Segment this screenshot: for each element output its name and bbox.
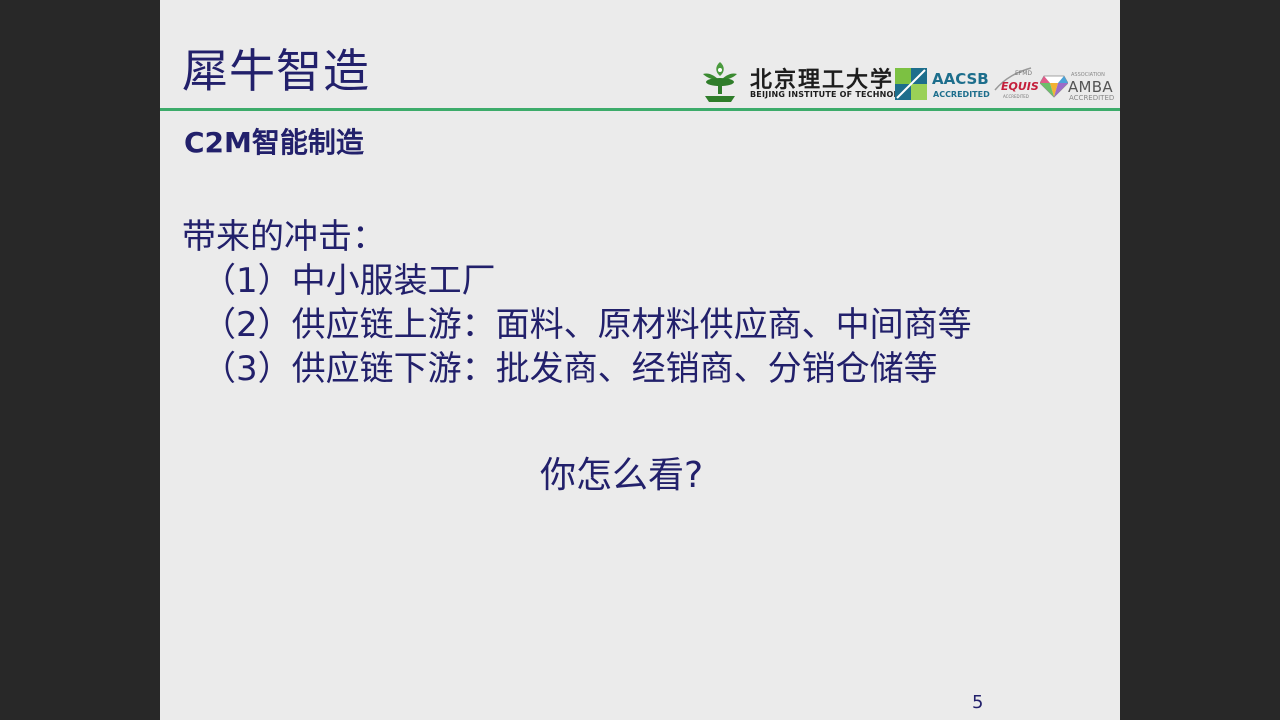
discussion-question: 你怎么看? — [540, 455, 704, 496]
amba-diamond-icon — [1040, 75, 1068, 98]
list-item: （3）供应链下游：批发商、经销商、分销仓储等 — [202, 349, 938, 389]
efmd-label: EFMD — [1015, 70, 1033, 77]
logo-bar: 北京理工大学 BEIJING INSTITUTE OF TECHNOLOGY A… — [695, 58, 1120, 104]
aacsb-accredited-label: ACCREDITED — [933, 90, 990, 99]
page-number: 5 — [972, 692, 984, 713]
right-pillarbox — [1120, 0, 1280, 720]
equis-label: EQUIS — [1001, 80, 1039, 93]
left-pillarbox — [0, 0, 160, 720]
equis-accredited-label: ACCREDITED — [1003, 94, 1029, 99]
aacsb-logo-icon — [895, 68, 927, 100]
list-item: （2）供应链上游：面料、原材料供应商、中间商等 — [202, 305, 972, 345]
list-item: （1）中小服装工厂 — [202, 261, 496, 301]
title-divider — [160, 108, 1120, 111]
bit-emblem-icon — [703, 62, 737, 102]
amba-accredited-label: ACCREDITED — [1069, 94, 1115, 102]
slide-title: 犀牛智造 — [182, 44, 370, 98]
bit-name-english: BEIJING INSTITUTE OF TECHNOLOGY — [750, 90, 919, 99]
slide-body: 带来的冲击： （1）中小服装工厂 （2）供应链上游：面料、原材料供应商、中间商等… — [182, 220, 972, 396]
slide-subtitle: C2M智能制造 — [184, 126, 364, 159]
body-heading: 带来的冲击： — [182, 217, 386, 257]
aacsb-label: AACSB — [932, 70, 989, 88]
presentation-slide: 犀牛智造 北京理工大学 BEIJING INSTITUTE OF TECHNOL… — [160, 0, 1120, 720]
